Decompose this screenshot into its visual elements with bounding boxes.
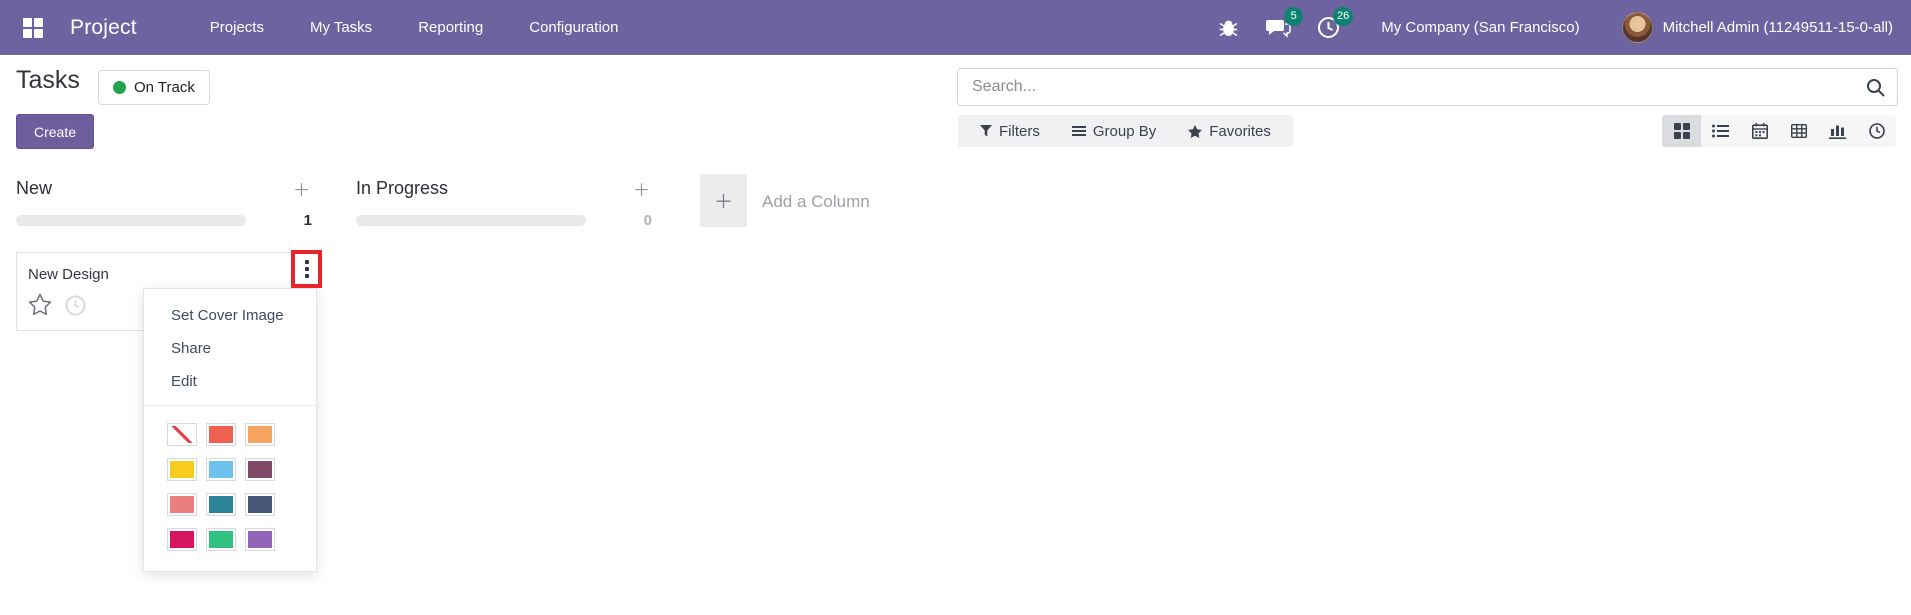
- view-kanban-button[interactable]: [1662, 115, 1701, 147]
- kebab-icon: [305, 260, 309, 278]
- menu-share[interactable]: Share: [144, 332, 316, 365]
- graph-icon: [1829, 124, 1846, 139]
- top-right-cluster: 5 26 My Company (San Francisco) Mitchell…: [1191, 12, 1893, 43]
- menu-edit[interactable]: Edit: [144, 365, 316, 398]
- top-menu: Projects My Tasks Reporting Configuratio…: [187, 0, 642, 55]
- apps-menu-icon[interactable]: [20, 15, 46, 41]
- column-name: New: [16, 178, 52, 199]
- user-name[interactable]: Mitchell Admin (11249511-15-0-all): [1663, 19, 1893, 36]
- card-context-menu: Set Cover Image Share Edit: [143, 288, 317, 572]
- status-button[interactable]: On Track: [98, 70, 210, 105]
- page-title: Tasks: [16, 66, 80, 95]
- color-swatch-darkpurple[interactable]: [245, 458, 275, 481]
- view-calendar-button[interactable]: [1740, 115, 1779, 147]
- messages-badge: 5: [1284, 7, 1303, 26]
- color-swatch-none[interactable]: [167, 423, 197, 446]
- view-list-button[interactable]: [1701, 115, 1740, 147]
- company-switcher[interactable]: My Company (San Francisco): [1381, 19, 1579, 36]
- app-title: Project: [70, 16, 137, 40]
- filters-button[interactable]: Filters: [964, 115, 1056, 147]
- color-palette: [144, 406, 316, 552]
- menu-projects[interactable]: Projects: [187, 0, 287, 55]
- view-activity-button[interactable]: [1857, 115, 1896, 147]
- activity-clock-icon[interactable]: [65, 295, 86, 316]
- activities-badge: 26: [1333, 7, 1353, 26]
- color-swatch-magenta[interactable]: [167, 528, 197, 551]
- view-switcher: [1662, 115, 1896, 147]
- column-name: In Progress: [356, 178, 448, 199]
- group-by-icon: [1072, 125, 1086, 137]
- card-kebab-menu-button[interactable]: [291, 250, 322, 288]
- task-card-title: New Design: [28, 266, 109, 283]
- favorites-star-icon: [1188, 125, 1202, 138]
- add-task-icon[interactable]: ＋: [631, 176, 652, 201]
- column-count: 0: [644, 212, 652, 229]
- add-column-button[interactable]: ＋: [700, 174, 747, 227]
- menu-set-cover-image[interactable]: Set Cover Image: [144, 299, 316, 332]
- menu-my-tasks[interactable]: My Tasks: [287, 0, 395, 55]
- list-icon: [1712, 124, 1729, 138]
- status-label: On Track: [134, 79, 195, 96]
- color-swatch-lightblue[interactable]: [206, 458, 236, 481]
- column-inprogress-progress: 0: [356, 212, 652, 229]
- color-swatch-green[interactable]: [206, 528, 236, 551]
- calendar-icon: [1752, 123, 1768, 139]
- search-icon[interactable]: [1866, 78, 1885, 97]
- color-swatch-darkblue[interactable]: [245, 493, 275, 516]
- activities-icon[interactable]: 26: [1315, 15, 1341, 41]
- create-button[interactable]: Create: [16, 114, 94, 149]
- color-swatch-salmon[interactable]: [167, 493, 197, 516]
- add-task-icon[interactable]: ＋: [291, 176, 312, 201]
- search-input[interactable]: [958, 78, 1866, 96]
- filter-icon: [980, 125, 992, 137]
- user-avatar[interactable]: [1622, 12, 1653, 43]
- view-graph-button[interactable]: [1818, 115, 1857, 147]
- column-count: 1: [304, 212, 312, 229]
- column-new-progress: 1: [16, 212, 312, 229]
- column-new-header: New ＋: [16, 176, 312, 201]
- column-inprogress-header: In Progress ＋: [356, 176, 652, 201]
- pivot-icon: [1791, 124, 1807, 138]
- messages-icon[interactable]: 5: [1265, 15, 1291, 41]
- menu-configuration[interactable]: Configuration: [506, 0, 641, 55]
- color-swatch-red[interactable]: [206, 423, 236, 446]
- bug-icon[interactable]: [1215, 15, 1241, 41]
- activity-clock-icon: [1869, 123, 1885, 139]
- color-swatch-orange[interactable]: [245, 423, 275, 446]
- group-by-button[interactable]: Group By: [1056, 115, 1172, 147]
- kanban-icon: [1674, 123, 1690, 139]
- view-pivot-button[interactable]: [1779, 115, 1818, 147]
- star-icon[interactable]: [28, 293, 52, 316]
- search-box: [957, 68, 1898, 106]
- menu-reporting[interactable]: Reporting: [395, 0, 506, 55]
- progress-bar[interactable]: [16, 215, 246, 226]
- color-swatch-yellow[interactable]: [167, 458, 197, 481]
- progress-bar[interactable]: [356, 215, 586, 226]
- status-dot: [113, 81, 126, 94]
- add-column-label[interactable]: Add a Column: [762, 192, 870, 212]
- search-options-bar: Filters Group By Favorites: [958, 115, 1293, 147]
- color-swatch-purple[interactable]: [245, 528, 275, 551]
- color-swatch-teal[interactable]: [206, 493, 236, 516]
- top-navbar: Project Projects My Tasks Reporting Conf…: [0, 0, 1911, 55]
- favorites-button[interactable]: Favorites: [1172, 115, 1287, 147]
